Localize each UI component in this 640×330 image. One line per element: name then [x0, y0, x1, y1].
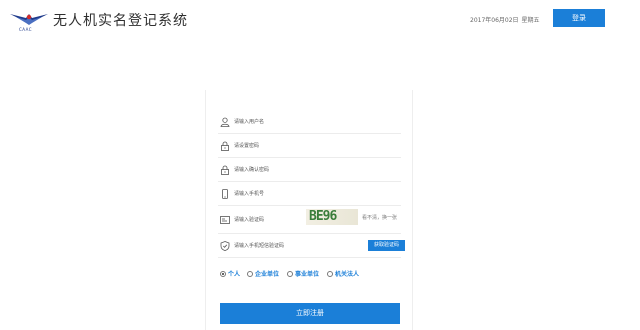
- captcha-icon: [220, 216, 230, 224]
- weekday-text: 星期五: [521, 17, 540, 24]
- registrant-type-group: 个人 企业单位 事业单位 机关法人: [220, 269, 400, 281]
- sms-row: 获取验证码: [218, 234, 405, 258]
- sms-code-input[interactable]: [234, 238, 359, 254]
- radio-icon[interactable]: [287, 271, 293, 277]
- login-button[interactable]: 登录: [553, 9, 605, 27]
- type-label: 机关法人: [335, 271, 360, 278]
- captcha-text: BE96: [309, 209, 337, 224]
- radio-icon[interactable]: [247, 271, 253, 277]
- username-row: [218, 110, 401, 134]
- lock-confirm-icon: [221, 165, 229, 175]
- type-label: 事业单位: [295, 271, 320, 278]
- captcha-refresh-link[interactable]: 看不清，换一张: [362, 214, 397, 221]
- radio-icon[interactable]: [220, 271, 226, 277]
- caac-logo-icon: [10, 14, 48, 25]
- phone-row: [218, 182, 401, 206]
- captcha-input[interactable]: [234, 212, 302, 228]
- captcha-image[interactable]: BE96: [306, 209, 358, 225]
- password-input[interactable]: [234, 138, 394, 154]
- header: CAAC 无人机实名登记系统 2017年06月02日 星期五 登录: [0, 0, 640, 40]
- date-display: 2017年06月02日 星期五: [470, 15, 540, 24]
- type-option-public-institution[interactable]: 事业单位: [287, 269, 319, 281]
- confirm-password-input[interactable]: [234, 162, 394, 178]
- type-option-government[interactable]: 机关法人: [327, 269, 359, 281]
- page-title: 无人机实名登记系统: [53, 13, 188, 29]
- phone-input[interactable]: [234, 186, 394, 202]
- register-button[interactable]: 立即注册: [220, 303, 400, 324]
- password-row: [218, 134, 401, 158]
- username-input[interactable]: [234, 114, 394, 130]
- captcha-row: BE96 看不清，换一张: [218, 206, 401, 234]
- logo-caption: CAAC: [19, 27, 33, 32]
- get-sms-code-button[interactable]: 获取验证码: [368, 240, 405, 251]
- confirm-password-row: [218, 158, 401, 182]
- type-option-individual[interactable]: 个人: [220, 269, 240, 281]
- radio-icon[interactable]: [327, 271, 333, 277]
- date-text: 2017年06月02日: [470, 17, 519, 24]
- lock-icon: [221, 141, 229, 151]
- user-icon: [220, 117, 230, 127]
- type-option-enterprise[interactable]: 企业单位: [247, 269, 279, 281]
- phone-icon: [222, 189, 228, 199]
- register-form: BE96 看不清，换一张 获取验证码 个人 企业单位 事业单位 机关法人 立即注…: [205, 90, 413, 330]
- type-label: 个人: [228, 271, 241, 278]
- shield-icon: [220, 241, 230, 251]
- type-label: 企业单位: [255, 271, 280, 278]
